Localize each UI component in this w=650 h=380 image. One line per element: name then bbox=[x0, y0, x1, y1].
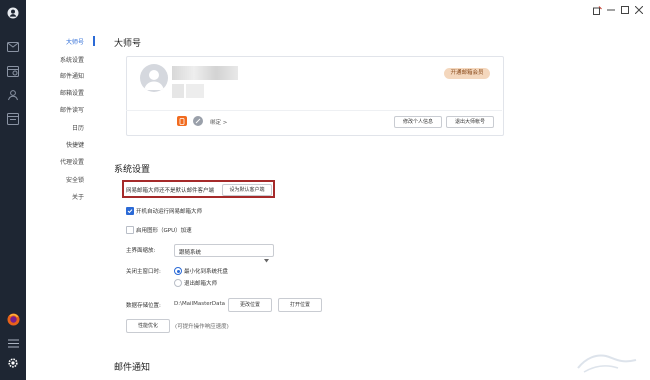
nav-active-indicator bbox=[93, 36, 95, 46]
master-section-title: 大师号 bbox=[114, 39, 142, 49]
storage-label: 数据存储位置: bbox=[126, 303, 161, 309]
app-rail bbox=[0, 0, 26, 380]
edit-profile-button[interactable]: 修改个人信息 bbox=[394, 116, 442, 128]
gpu-checkbox[interactable] bbox=[126, 226, 134, 234]
nav-item-calendar[interactable]: 日历 bbox=[44, 123, 84, 132]
firefox-icon[interactable] bbox=[6, 312, 20, 326]
calendar-icon[interactable] bbox=[6, 64, 20, 78]
nav-item-security[interactable]: 安全锁 bbox=[44, 175, 84, 184]
bind-link[interactable]: 绑定 > bbox=[210, 118, 227, 126]
close-icon[interactable] bbox=[634, 5, 644, 15]
notify-section-title: 邮件通知 bbox=[114, 363, 151, 373]
nav-item-master[interactable]: 大师号 bbox=[44, 37, 84, 46]
nav-item-about[interactable]: 关于 bbox=[44, 192, 84, 201]
account-name-redacted bbox=[172, 66, 238, 80]
radio-exit-app-label: 退出邮箱大师 bbox=[184, 281, 218, 287]
storage-path: D:\MailMasterData bbox=[174, 301, 226, 307]
zoom-select[interactable]: 跟随系统 bbox=[174, 244, 274, 263]
link-icon[interactable] bbox=[193, 116, 203, 126]
settings-icon[interactable] bbox=[6, 356, 20, 370]
radio-exit-app[interactable] bbox=[174, 279, 182, 287]
autostart-label: 开机自动运行网易邮箱大师 bbox=[136, 209, 203, 215]
nav-item-mailbox[interactable]: 邮箱设置 bbox=[44, 88, 84, 97]
radio-minimize-tray-label: 最小化到系统托盘 bbox=[184, 269, 229, 275]
chevron-down-icon bbox=[264, 248, 269, 267]
nav-item-compose[interactable]: 邮件读写 bbox=[44, 105, 84, 114]
contacts-icon[interactable] bbox=[6, 88, 20, 102]
nav-item-proxy[interactable]: 代理设置 bbox=[44, 157, 84, 166]
vip-badge[interactable]: 开通邮箱会员 bbox=[444, 68, 490, 79]
avatar bbox=[140, 64, 168, 92]
change-location-button[interactable]: 更改位置 bbox=[228, 298, 272, 312]
card-divider bbox=[126, 110, 502, 111]
nav-item-shortcuts[interactable]: 快捷键 bbox=[44, 140, 84, 149]
theme-icon[interactable] bbox=[592, 5, 602, 15]
account-email-redacted bbox=[172, 84, 184, 98]
zoom-value: 跟随系统 bbox=[179, 249, 202, 256]
phone-icon[interactable] bbox=[177, 116, 187, 126]
set-default-client-button[interactable]: 设为默认客户端 bbox=[222, 184, 272, 196]
maximize-icon[interactable] bbox=[620, 5, 630, 15]
default-client-notice: 网易邮箱大师还不是默认邮件客户端 bbox=[126, 188, 215, 194]
menu-icon[interactable] bbox=[6, 336, 20, 350]
gpu-label: 启用图形（GPU）加速 bbox=[136, 228, 192, 234]
radio-minimize-tray[interactable] bbox=[174, 267, 182, 275]
logout-master-button[interactable]: 退出大师帐号 bbox=[446, 116, 494, 128]
open-location-button[interactable]: 打开位置 bbox=[278, 298, 322, 312]
zoom-label: 主界面缩放: bbox=[126, 248, 156, 254]
close-behavior-label: 关闭主窗口时: bbox=[126, 269, 161, 275]
nav-item-system[interactable]: 系统设置 bbox=[44, 55, 84, 64]
notes-icon[interactable] bbox=[6, 112, 20, 126]
system-section-title: 系统设置 bbox=[114, 165, 151, 175]
user-icon[interactable] bbox=[6, 6, 20, 20]
optimize-button[interactable]: 性能优化 bbox=[126, 319, 170, 333]
optimize-hint: (可提升操作响应速度) bbox=[175, 324, 229, 330]
minimize-icon[interactable] bbox=[606, 5, 616, 15]
watermark-logo bbox=[577, 354, 637, 373]
account-email-redacted bbox=[186, 84, 204, 98]
mail-icon[interactable] bbox=[6, 40, 20, 54]
nav-item-notify[interactable]: 邮件通知 bbox=[44, 71, 84, 80]
autostart-checkbox[interactable] bbox=[126, 207, 134, 215]
